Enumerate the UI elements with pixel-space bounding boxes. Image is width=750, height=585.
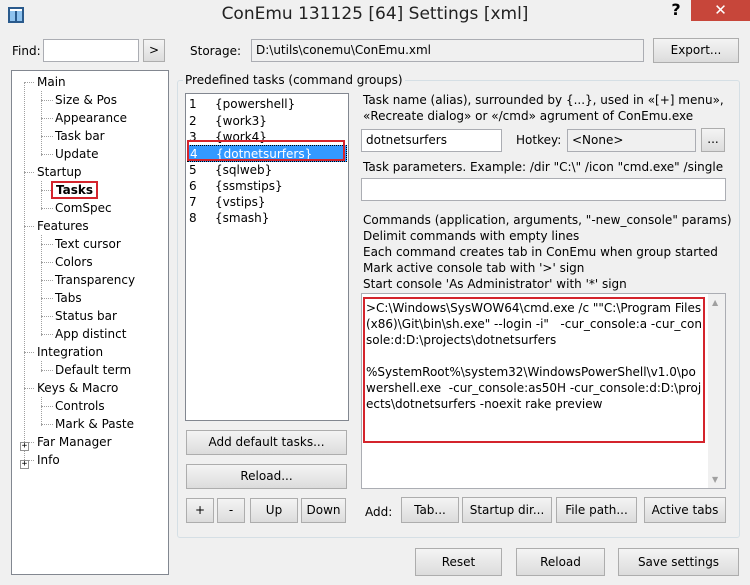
find-input[interactable]: [43, 39, 139, 62]
commands-label-1: Commands (application, arguments, "-new_…: [363, 213, 732, 227]
tree-status-bar[interactable]: Status bar: [55, 307, 117, 325]
tree-integration[interactable]: Integration: [37, 343, 103, 361]
task-name: {vstips}: [215, 195, 266, 209]
tree-tasks[interactable]: Tasks: [51, 181, 99, 199]
find-label: Find:: [12, 44, 41, 58]
add-default-tasks-button[interactable]: Add default tasks...: [186, 430, 347, 455]
scroll-down-icon[interactable]: ▼: [712, 475, 718, 484]
task-item[interactable]: 6 {ssmstips}: [189, 178, 283, 195]
find-next-button[interactable]: >: [143, 39, 165, 62]
task-params-input[interactable]: [361, 178, 726, 201]
task-number: 5: [189, 163, 197, 177]
task-number: 6: [189, 179, 197, 193]
commands-scrollbar[interactable]: ▲ ▼: [708, 294, 725, 488]
tree-transparency[interactable]: Transparency: [55, 271, 135, 289]
tree-startup[interactable]: Startup: [37, 163, 82, 181]
add-task-button[interactable]: +: [186, 498, 214, 523]
reset-button[interactable]: Reset: [415, 548, 502, 576]
window-title: ConEmu 131125 [64] Settings [xml]: [221, 4, 529, 24]
commands-label-2: Delimit commands with empty lines: [363, 229, 580, 243]
remove-task-button[interactable]: -: [217, 498, 245, 523]
move-up-button[interactable]: Up: [250, 498, 298, 523]
close-button[interactable]: ✕: [691, 0, 750, 21]
help-button[interactable]: ?: [662, 0, 690, 20]
hotkey-label: Hotkey:: [516, 133, 562, 147]
task-item[interactable]: 1 {powershell}: [189, 96, 295, 113]
hotkey-field: <None>: [567, 129, 696, 152]
tree-comspec[interactable]: ComSpec: [55, 199, 112, 217]
task-number: 7: [189, 195, 197, 209]
task-params-label: Task parameters. Example: /dir "C:\" /ic…: [363, 160, 724, 174]
move-down-button[interactable]: Down: [301, 498, 346, 523]
reload-button[interactable]: Reload: [516, 548, 605, 576]
commands-label-3: Each command creates tab in ConEmu when …: [363, 245, 718, 259]
add-label: Add:: [365, 505, 393, 519]
tree-app-distinct[interactable]: App distinct: [55, 325, 126, 343]
tree-mark-paste[interactable]: Mark & Paste: [55, 415, 134, 433]
tree-default-term[interactable]: Default term: [55, 361, 131, 379]
tree-colors[interactable]: Colors: [55, 253, 93, 271]
add-startup-dir-button[interactable]: Startup dir...: [462, 497, 552, 523]
task-item[interactable]: 7 {vstips}: [189, 194, 266, 211]
add-file-path-button[interactable]: File path...: [556, 497, 637, 523]
settings-tree[interactable]: + + Main Size & Pos Appearance Task bar …: [11, 70, 169, 575]
tree-size-pos[interactable]: Size & Pos: [55, 91, 117, 109]
tree-controls[interactable]: Controls: [55, 397, 105, 415]
task-name: {work3}: [215, 114, 267, 128]
task-name-input[interactable]: dotnetsurfers: [361, 129, 502, 152]
task-number: 8: [189, 211, 197, 225]
task-name: {smash}: [215, 211, 270, 225]
task-number: 2: [189, 114, 197, 128]
add-active-tabs-button[interactable]: Active tabs: [644, 497, 726, 523]
tree-main[interactable]: Main: [37, 73, 66, 91]
save-settings-button[interactable]: Save settings: [618, 548, 739, 576]
tree-features[interactable]: Features: [37, 217, 89, 235]
task-name: {powershell}: [215, 97, 296, 111]
commands-label-5: Start console 'As Administrator' with '*…: [363, 277, 627, 291]
task-item[interactable]: 5 {sqlweb}: [189, 162, 272, 179]
scroll-up-icon[interactable]: ▲: [712, 298, 718, 307]
task-name: {sqlweb}: [215, 163, 273, 177]
commands-label-4: Mark active console tab with '>' sign: [363, 261, 585, 275]
expand-far-manager-icon[interactable]: +: [20, 442, 29, 451]
task-name: {ssmstips}: [215, 179, 283, 193]
add-tab-button[interactable]: Tab...: [401, 497, 459, 523]
task-name-label-1: Task name (alias), surrounded by {...}, …: [363, 93, 724, 107]
export-button[interactable]: Export...: [653, 38, 739, 63]
task-item[interactable]: 8 {smash}: [189, 210, 269, 227]
tree-far-manager[interactable]: Far Manager: [37, 433, 112, 451]
tree-update[interactable]: Update: [55, 145, 98, 163]
tree-appearance[interactable]: Appearance: [55, 109, 127, 127]
tree-task-bar[interactable]: Task bar: [55, 127, 105, 145]
tree-keys-macro[interactable]: Keys & Macro: [37, 379, 118, 397]
tree-tabs[interactable]: Tabs: [55, 289, 82, 307]
commands-highlight: [363, 297, 705, 443]
storage-label: Storage:: [190, 44, 241, 58]
task-number: 1: [189, 97, 197, 111]
storage-field: D:\utils\conemu\ConEmu.xml: [251, 39, 644, 62]
hotkey-picker-button[interactable]: ...: [701, 128, 725, 152]
task-name-label-2: «Recreate dialog» or «/cmd» agrument of …: [363, 109, 694, 123]
reload-tasks-button[interactable]: Reload...: [186, 464, 347, 489]
tasks-group-title: Predefined tasks (command groups): [183, 73, 405, 87]
tree-info[interactable]: Info: [37, 451, 60, 469]
tree-text-cursor[interactable]: Text cursor: [55, 235, 121, 253]
task-item[interactable]: 2 {work3}: [189, 113, 267, 130]
selected-task-highlight: [187, 140, 345, 161]
expand-info-icon[interactable]: +: [20, 460, 29, 469]
